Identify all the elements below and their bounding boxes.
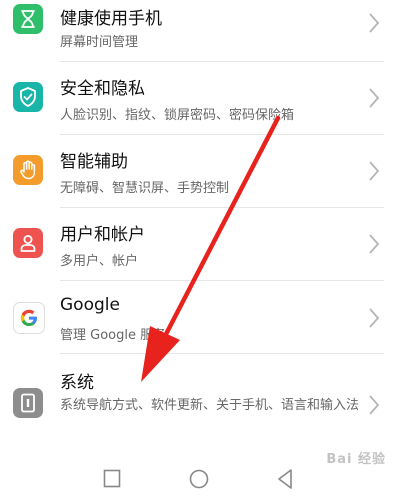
settings-item-subtitle: 屏幕时间管理 [60,35,139,50]
chevron-right-icon [369,308,380,328]
system-icon [13,388,43,418]
settings-item-subtitle: 人脸识别、指纹、锁屏密码、密码保险箱 [60,108,295,123]
settings-item-google[interactable]: Google 管理 Google 服务 [0,281,400,353]
settings-item-subtitle: 管理 Google 服务 [60,328,167,343]
shield-icon [13,82,43,112]
settings-item-title: 健康使用手机 [60,9,162,29]
watermark: Bai 经验 [326,452,386,467]
chevron-right-icon [369,13,380,33]
settings-page: 健康使用手机 屏幕时间管理 安全和隐私 人脸识别、指纹、锁屏密码、密码保险箱 智… [0,0,400,500]
settings-item-title: 系统 [60,373,94,393]
hand-icon [13,155,43,185]
recent-apps-button[interactable] [103,468,121,490]
settings-item-smart-assistance[interactable]: 智能辅助 无障碍、智慧识屏、手势控制 [0,135,400,207]
chevron-right-icon [369,161,380,181]
settings-item-digital-balance[interactable]: 健康使用手机 屏幕时间管理 [0,0,400,60]
settings-item-title: Google [60,295,120,315]
back-button[interactable] [276,468,294,490]
settings-item-subtitle: 多用户、帐户 [60,254,139,269]
settings-item-subtitle: 系统导航方式、软件更新、关于手机、语言和输入法 [60,398,360,413]
home-button[interactable] [188,468,210,490]
chevron-right-icon [369,395,380,415]
settings-item-title: 安全和隐私 [60,79,145,99]
settings-item-subtitle: 无障碍、智慧识屏、手势控制 [60,181,230,196]
user-icon [13,228,43,258]
settings-item-title: 用户和帐户 [60,225,145,245]
settings-item-security-privacy[interactable]: 安全和隐私 人脸识别、指纹、锁屏密码、密码保险箱 [0,62,400,134]
settings-item-users-accounts[interactable]: 用户和帐户 多用户、帐户 [0,208,400,280]
settings-item-system[interactable]: 系统 系统导航方式、软件更新、关于手机、语言和输入法 [0,354,400,450]
settings-item-title: 智能辅助 [60,152,128,172]
google-icon [13,302,45,334]
hourglass-icon [13,4,43,34]
chevron-right-icon [369,88,380,108]
chevron-right-icon [369,234,380,254]
